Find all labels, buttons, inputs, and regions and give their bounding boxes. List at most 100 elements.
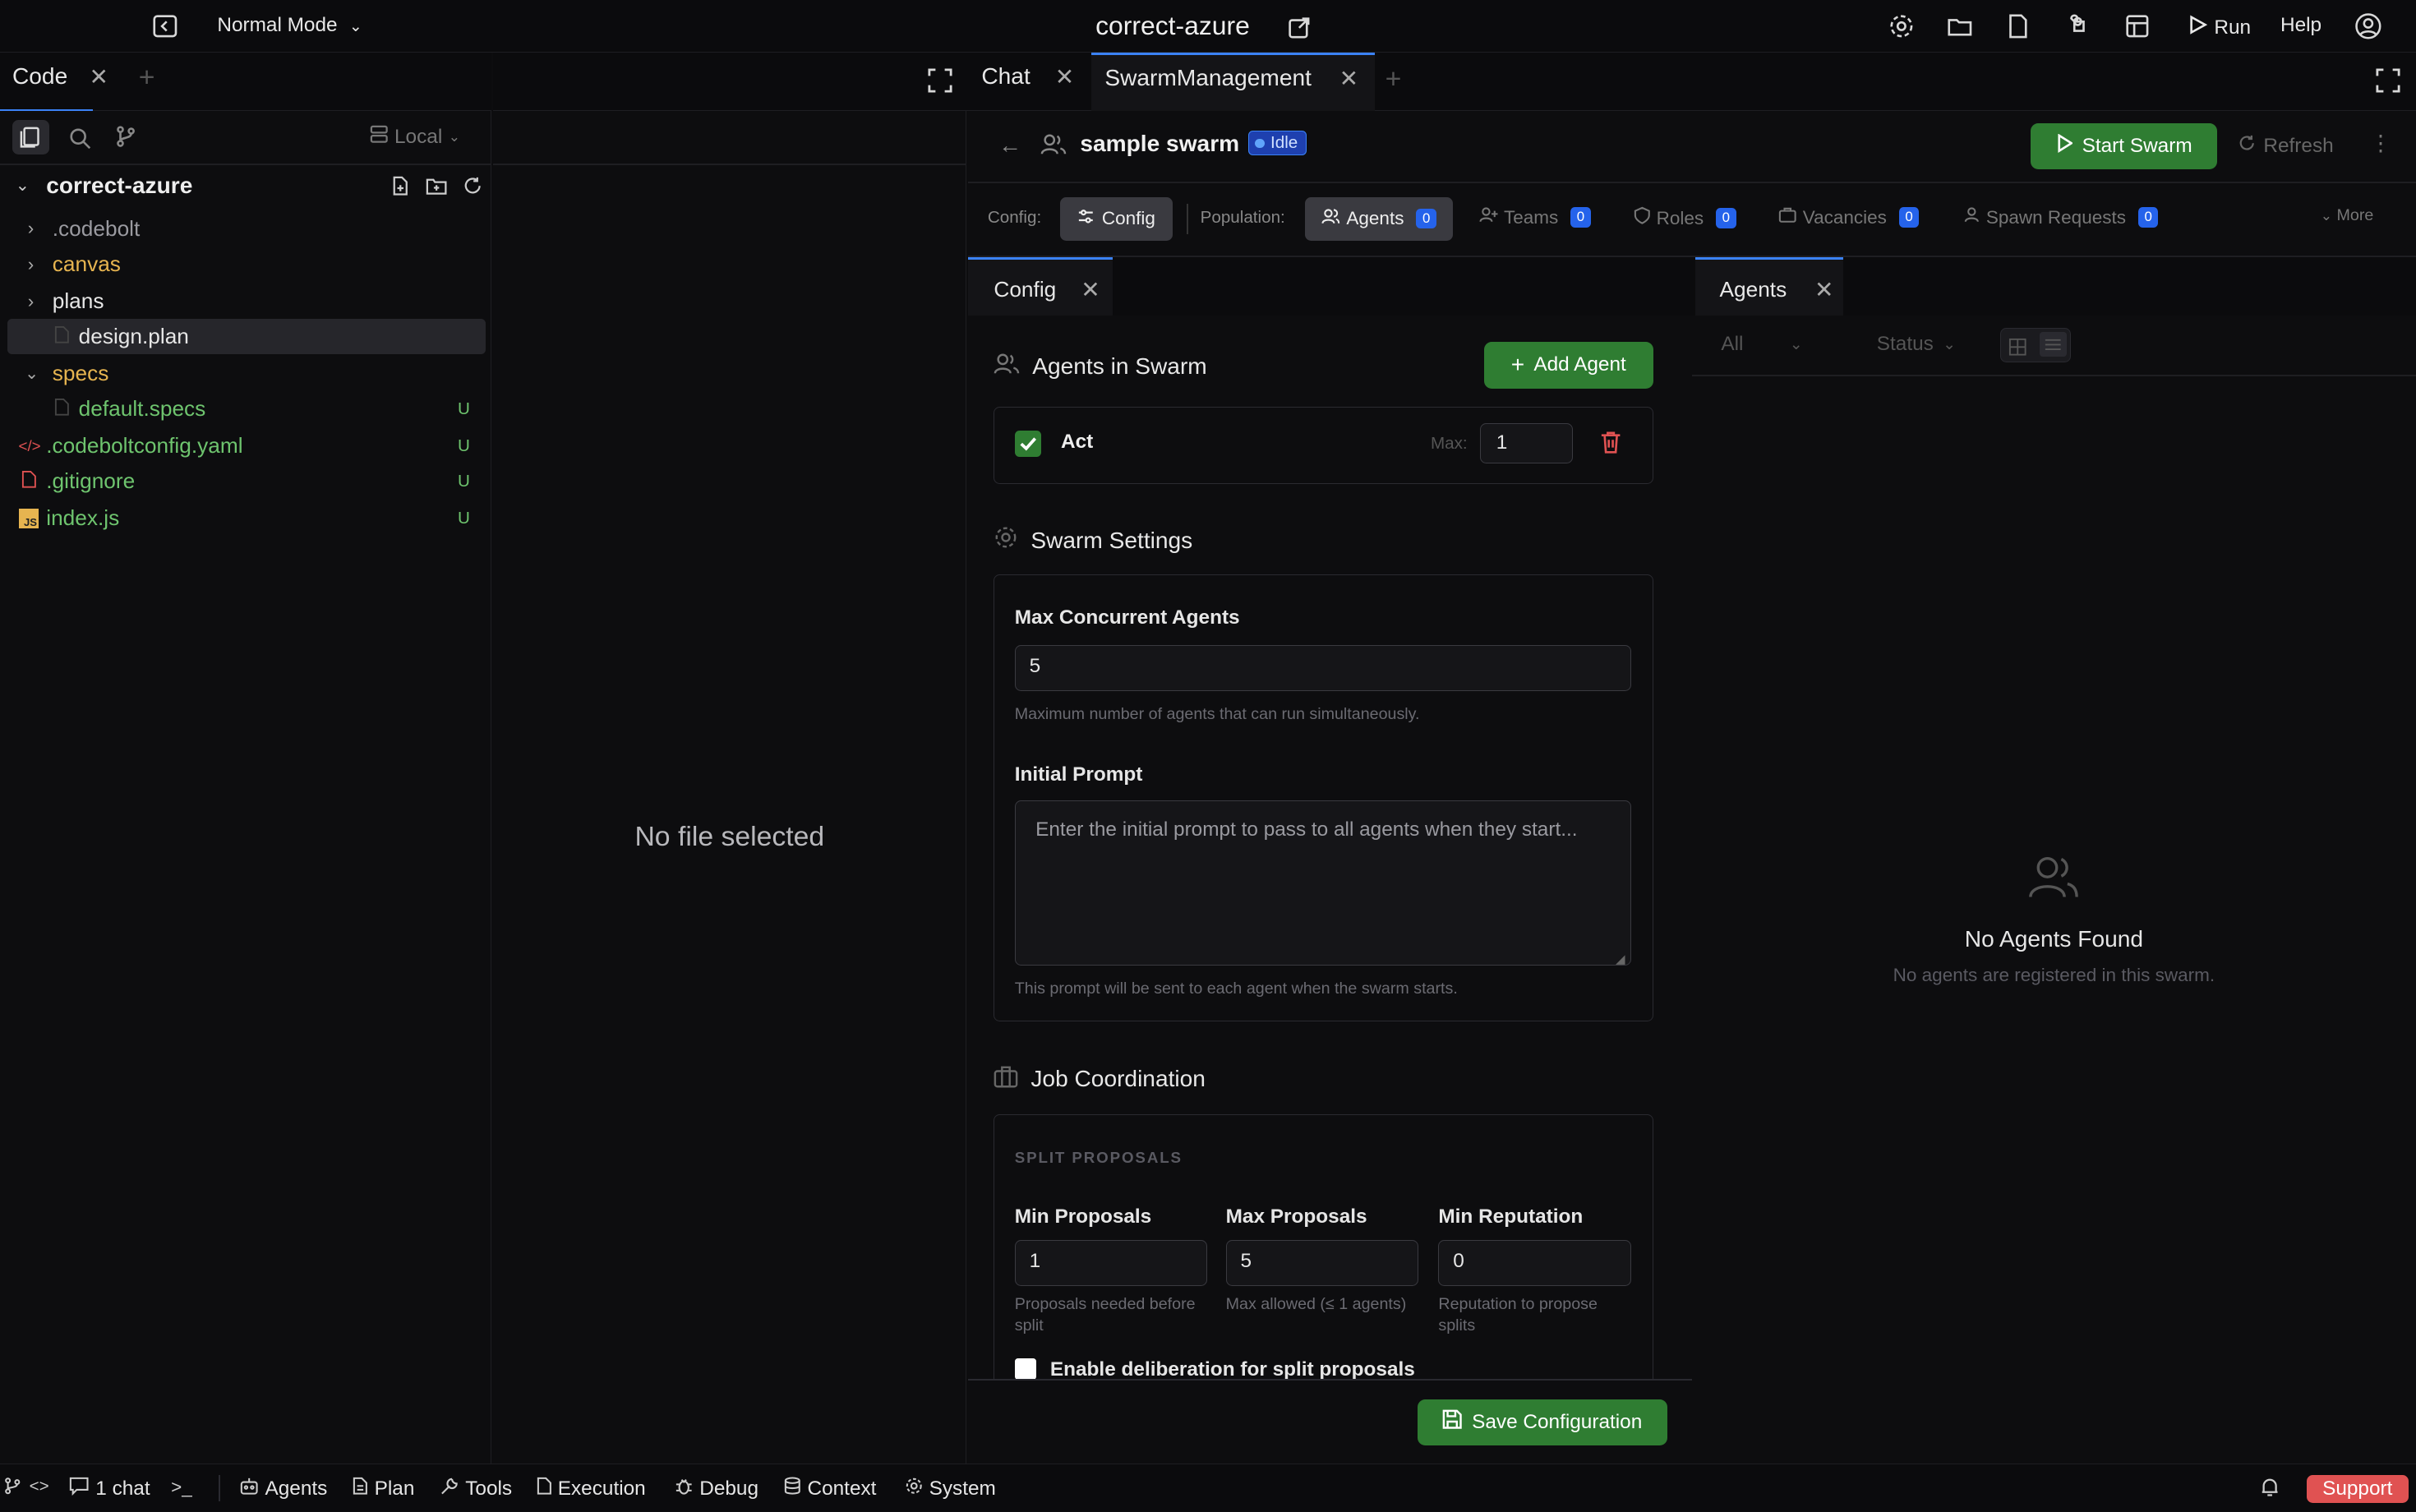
- start-swarm-button[interactable]: Start Swarm: [2031, 123, 2218, 170]
- close-icon[interactable]: ✕: [1055, 63, 1075, 90]
- chat-count-button[interactable]: 1 chat: [69, 1477, 150, 1501]
- settings-section-header: Swarm Settings: [994, 525, 1192, 555]
- close-icon[interactable]: ✕: [1081, 276, 1100, 303]
- new-folder-icon[interactable]: [426, 176, 447, 201]
- job-section-title: Job Coordination: [1030, 1066, 1206, 1092]
- folder-settings-icon[interactable]: [1946, 12, 1974, 40]
- save-configuration-button[interactable]: Save Configuration: [1418, 1399, 1667, 1445]
- more-tabs-button[interactable]: ⌄ More: [2321, 206, 2374, 225]
- tab-config[interactable]: Config ✕: [994, 276, 1100, 303]
- config-scroll-area[interactable]: Agents in Swarm + Add Agent Act Max: 1 S…: [968, 316, 1692, 1380]
- statusbar-context[interactable]: Context: [784, 1477, 876, 1501]
- tree-folder[interactable]: ⌄ specs: [0, 356, 491, 391]
- tree-folder[interactable]: › canvas: [0, 247, 491, 282]
- tab-swarm-management[interactable]: SwarmManagement ✕: [1104, 65, 1358, 92]
- add-agent-button[interactable]: + Add Agent: [1483, 342, 1653, 389]
- agent-checkbox[interactable]: [1014, 431, 1041, 457]
- min-proposals-input[interactable]: 1: [1014, 1239, 1208, 1286]
- refresh-button[interactable]: Refresh: [2238, 134, 2334, 159]
- max-proposals-input[interactable]: 5: [1225, 1239, 1418, 1286]
- settings-gear-icon[interactable]: [1888, 12, 1916, 40]
- statusbar-agents[interactable]: Agents: [239, 1477, 327, 1501]
- tree-file[interactable]: .gitignore U: [0, 463, 491, 499]
- max-concurrent-input[interactable]: 5: [1014, 644, 1631, 691]
- agent-filter-status[interactable]: Status ⌄: [1877, 333, 1956, 356]
- maximize-icon[interactable]: [2376, 67, 2400, 99]
- tab-vacancies-label: Vacancies: [1802, 206, 1887, 228]
- tree-root[interactable]: ⌄ correct-azure: [0, 168, 491, 203]
- initial-prompt-textarea[interactable]: Enter the initial prompt to pass to all …: [1014, 800, 1631, 966]
- tree-folder[interactable]: › plans: [0, 284, 491, 319]
- run-button[interactable]: Run: [2187, 14, 2251, 41]
- command-icon[interactable]: [2065, 12, 2093, 40]
- tab-spawn-requests[interactable]: Spawn Requests 0: [1963, 206, 2159, 228]
- trash-icon[interactable]: [1600, 431, 1621, 460]
- chevron-down-icon: ⌄: [1943, 335, 1956, 353]
- code-icon[interactable]: <>: [30, 1477, 49, 1496]
- grid-view-icon[interactable]: [2008, 335, 2027, 363]
- swarm-management-panel: ← sample swarm Idle Start Swarm Refresh …: [967, 111, 2416, 1464]
- statusbar-plan[interactable]: Plan: [353, 1477, 414, 1501]
- notifications-bell-icon[interactable]: [2259, 1477, 2280, 1498]
- min-reputation-input[interactable]: 0: [1438, 1239, 1631, 1286]
- expand-icon[interactable]: [928, 67, 952, 99]
- no-file-message: No file selected: [634, 821, 825, 853]
- tab-roles[interactable]: Roles 0: [1634, 206, 1736, 230]
- tree-file[interactable]: JS index.js U: [0, 500, 491, 536]
- play-icon: [2187, 14, 2208, 41]
- git-branch-icon[interactable]: [114, 125, 137, 154]
- tab-vacancies[interactable]: Vacancies 0: [1778, 206, 1920, 228]
- tree-file[interactable]: </> .codeboltconfig.yaml U: [0, 428, 491, 463]
- tab-teams[interactable]: Teams 0: [1479, 206, 1591, 228]
- statusbar-execution[interactable]: Execution: [537, 1477, 646, 1501]
- back-arrow-icon[interactable]: ←: [998, 132, 1021, 159]
- tree-file-selected[interactable]: design.plan: [7, 319, 486, 355]
- tab-agents-panel[interactable]: Agents ✕: [1720, 276, 1834, 303]
- branch-selector[interactable]: Local ⌄: [370, 125, 460, 150]
- tab-agents-panel-label: Agents: [1719, 276, 1787, 302]
- git-icon[interactable]: [3, 1477, 22, 1496]
- statusbar-tools[interactable]: Tools: [440, 1477, 512, 1501]
- bug-icon: [675, 1477, 694, 1501]
- help-menu[interactable]: Help: [2280, 14, 2321, 37]
- tree-file[interactable]: default.specs U: [0, 391, 491, 426]
- support-button[interactable]: Support: [2306, 1475, 2409, 1504]
- config-button[interactable]: Config: [1060, 197, 1173, 241]
- save-icon: [1442, 1409, 1463, 1435]
- close-icon[interactable]: ✕: [1339, 65, 1359, 92]
- statusbar-system[interactable]: System: [905, 1477, 996, 1501]
- more-options-icon[interactable]: ⋮: [2370, 131, 2391, 156]
- close-icon[interactable]: ✕: [1814, 276, 1834, 303]
- file-icon[interactable]: [2004, 12, 2032, 40]
- play-icon: [2056, 133, 2073, 159]
- divider: [219, 1475, 221, 1502]
- add-tab-icon[interactable]: +: [1386, 63, 1402, 95]
- project-title: correct-azure: [1095, 11, 1250, 41]
- agent-filter-all[interactable]: All ⌄: [1721, 333, 1802, 356]
- min-proposals-help: Proposals needed before split: [1014, 1295, 1196, 1335]
- search-icon[interactable]: [68, 127, 91, 156]
- toggle-sidebar-icon[interactable]: [151, 12, 179, 40]
- mode-selector[interactable]: Normal Mode ⌄: [217, 14, 362, 37]
- tab-chat[interactable]: Chat ✕: [981, 63, 1074, 90]
- files-view-button[interactable]: [12, 120, 49, 154]
- terminal-icon[interactable]: >_: [171, 1477, 192, 1498]
- tab-code[interactable]: Code ✕: [12, 63, 108, 90]
- close-icon[interactable]: ✕: [89, 63, 108, 90]
- max-concurrent-help: Maximum number of agents that can run si…: [1014, 704, 1420, 723]
- list-view-icon[interactable]: [2039, 332, 2068, 357]
- resize-handle-icon[interactable]: ◢: [1616, 952, 1625, 966]
- statusbar-debug[interactable]: Debug: [675, 1477, 758, 1501]
- new-file-icon[interactable]: [391, 176, 410, 201]
- add-tab-icon[interactable]: +: [139, 62, 155, 94]
- tab-agents[interactable]: Agents 0: [1305, 197, 1454, 241]
- account-icon[interactable]: [2354, 12, 2386, 44]
- tree-folder[interactable]: › .codebolt: [0, 211, 491, 247]
- agent-max-input[interactable]: 1: [1480, 422, 1573, 463]
- external-link-icon[interactable]: [1285, 14, 1313, 42]
- deliberation-checkbox[interactable]: [1014, 1358, 1036, 1380]
- divider: [1186, 203, 1188, 234]
- refresh-icon[interactable]: [463, 176, 482, 201]
- layout-icon[interactable]: [2123, 12, 2151, 40]
- agent-name: Act: [1061, 431, 1094, 454]
